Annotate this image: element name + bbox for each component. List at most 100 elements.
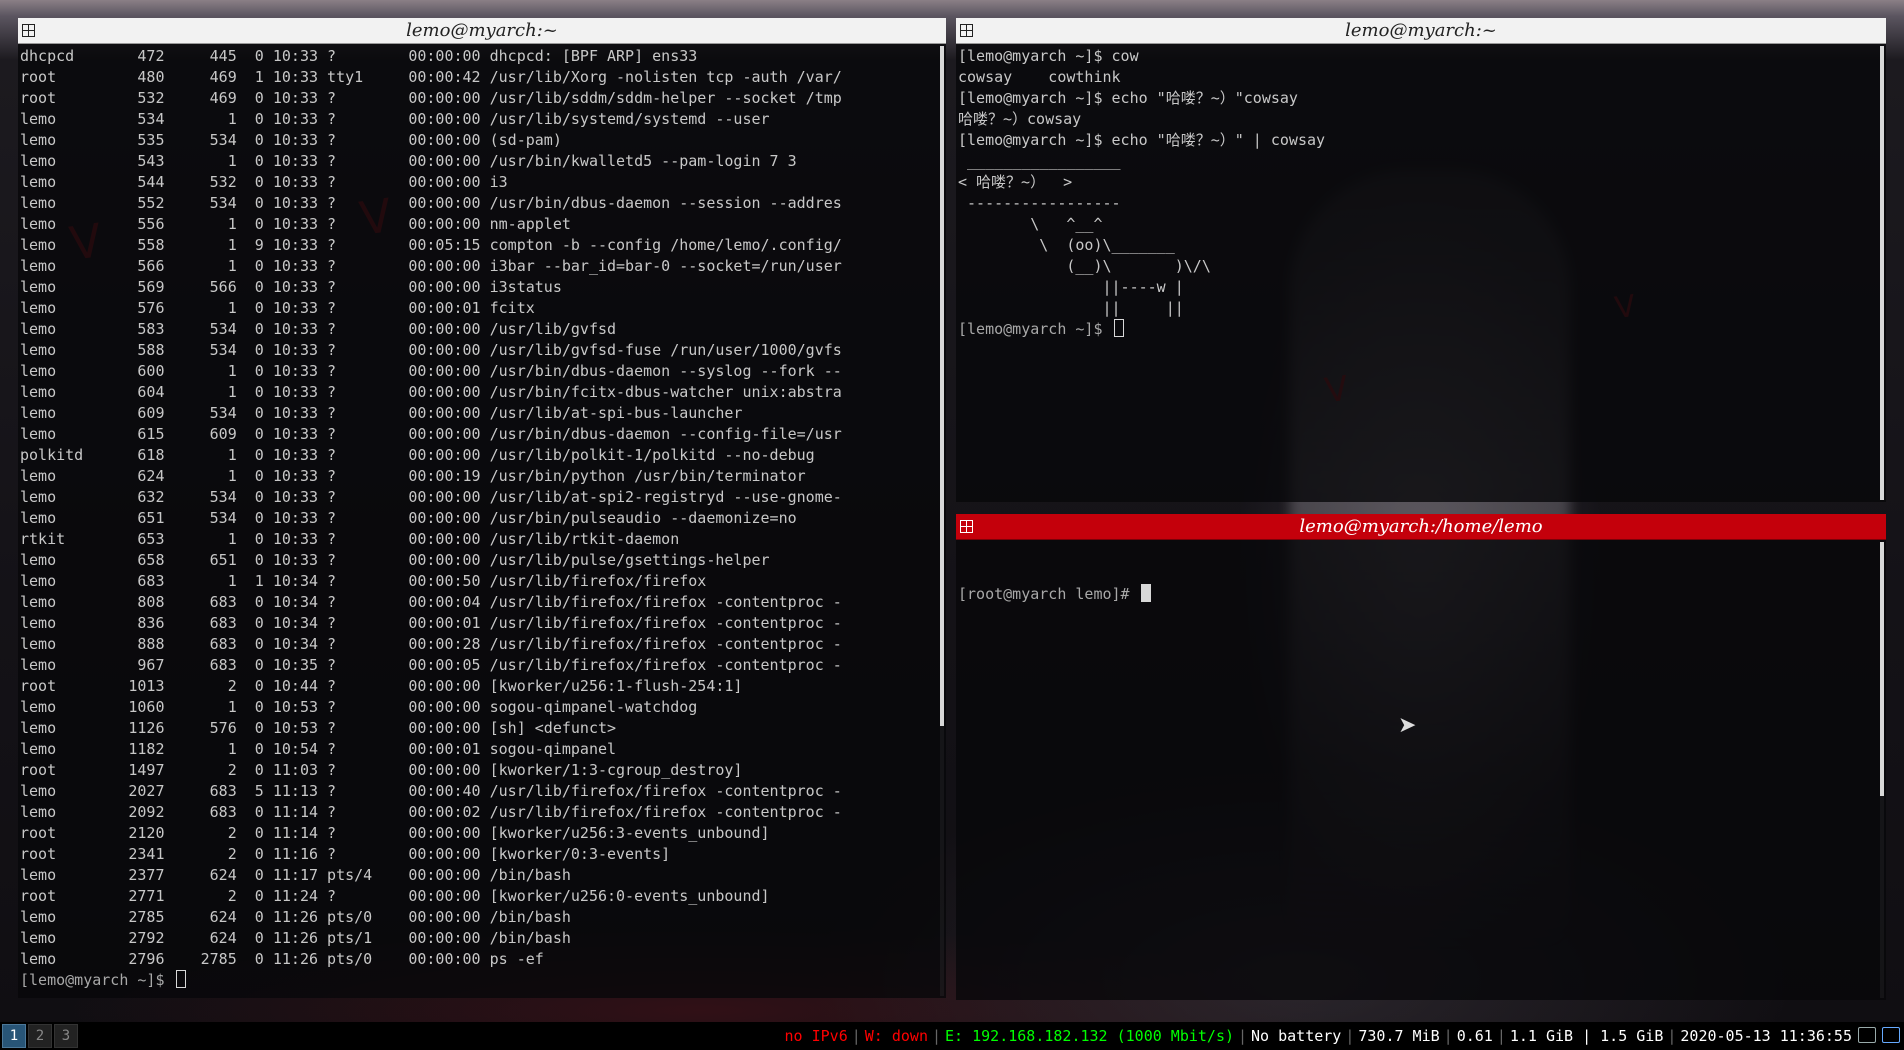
process-row: root 2120 2 0 11:14 ? 00:00:00 [kworker/… xyxy=(20,824,770,842)
workspace-button-3[interactable]: 3 xyxy=(54,1024,78,1048)
process-row: root 2771 2 0 11:24 ? 00:00:00 [kworker/… xyxy=(20,887,770,905)
left-terminal-output[interactable]: dhcpcd 472 445 0 10:33 ? 00:00:00 dhcpcd… xyxy=(20,46,936,996)
datetime-status: 2020-05-13 11:36:55 xyxy=(1680,1027,1852,1045)
process-row: lemo 2796 2785 0 11:26 pts/0 00:00:00 ps… xyxy=(20,950,544,968)
terminal-cursor xyxy=(1140,584,1151,602)
process-row: lemo 967 683 0 10:35 ? 00:00:05 /usr/lib… xyxy=(20,656,842,674)
status-separator: | xyxy=(1496,1027,1506,1045)
system-tray xyxy=(1858,1027,1900,1043)
process-row: lemo 544 532 0 10:33 ? 00:00:00 i3 xyxy=(20,173,508,191)
terminal-cursor xyxy=(175,970,186,988)
process-row: lemo 604 1 0 10:33 ? 00:00:00 /usr/bin/f… xyxy=(20,383,842,401)
terminal-output-line: \ ^__^ xyxy=(958,215,1103,233)
process-row: lemo 558 1 9 10:33 ? 00:05:15 compton -b… xyxy=(20,236,842,254)
process-row: root 1497 2 0 11:03 ? 00:00:00 [kworker/… xyxy=(20,761,743,779)
process-row: lemo 2785 624 0 11:26 pts/0 00:00:00 /bi… xyxy=(20,908,571,926)
top-right-window-title: lemo@myarch:~ xyxy=(1345,20,1497,41)
terminal-output-line: [lemo@myarch ~]$ echo "哈喽？~）" | cowsay xyxy=(958,131,1326,149)
shell-prompt: [root@myarch lemo]# xyxy=(958,585,1139,603)
disk-status: 730.7 MiB xyxy=(1358,1027,1440,1045)
process-row: lemo 534 1 0 10:33 ? 00:00:00 /usr/lib/s… xyxy=(20,110,770,128)
process-row: root 480 469 1 10:33 tty1 00:00:42 /usr/… xyxy=(20,68,842,86)
process-row: polkitd 618 1 0 10:33 ? 00:00:00 /usr/li… xyxy=(20,446,815,464)
left-window-titlebar[interactable]: lemo@myarch:~ xyxy=(18,18,946,44)
bottom-right-terminal-scroll-thumb[interactable] xyxy=(1880,542,1884,796)
window-layout-icon xyxy=(960,24,973,37)
process-row: lemo 552 534 0 10:33 ? 00:00:00 /usr/bin… xyxy=(20,194,842,212)
process-row: lemo 556 1 0 10:33 ? 00:00:00 nm-applet xyxy=(20,215,571,233)
terminal-output-line: ----------------- xyxy=(958,194,1121,212)
process-row: lemo 600 1 0 10:33 ? 00:00:00 /usr/bin/d… xyxy=(20,362,842,380)
process-row: lemo 535 534 0 10:33 ? 00:00:00 (sd-pam) xyxy=(20,131,562,149)
bottom-right-terminal-scrollbar[interactable] xyxy=(1880,542,1884,998)
process-row: root 532 469 0 10:33 ? 00:00:00 /usr/lib… xyxy=(20,89,842,107)
terminal-output-line: [lemo@myarch ~]$ echo "哈喽？~）"cowsay xyxy=(958,89,1298,107)
terminal-prompt-line: [root@myarch lemo]# xyxy=(958,584,1876,605)
battery-status: No battery xyxy=(1251,1027,1342,1045)
left-terminal-scrollbar[interactable] xyxy=(940,46,944,996)
status-separator: | xyxy=(1667,1027,1677,1045)
terminal-prompt-line: [lemo@myarch ~]$ xyxy=(20,970,936,991)
process-row: lemo 651 534 0 10:33 ? 00:00:00 /usr/bin… xyxy=(20,509,797,527)
memory-status: 1.1 GiB | 1.5 GiB xyxy=(1509,1027,1664,1045)
process-row: lemo 2792 624 0 11:26 pts/1 00:00:00 /bi… xyxy=(20,929,571,947)
top-right-terminal-output[interactable]: [lemo@myarch ~]$ cow cowsay cowthink [lemo… xyxy=(958,46,1876,500)
wireless-status: W: down xyxy=(864,1027,928,1045)
keyboard-icon[interactable] xyxy=(1858,1027,1876,1043)
process-row: lemo 632 534 0 10:33 ? 00:00:00 /usr/lib… xyxy=(20,488,842,506)
top-right-terminal-scroll-thumb[interactable] xyxy=(1880,46,1884,500)
process-row: lemo 1182 1 0 10:54 ? 00:00:01 sogou-qim… xyxy=(20,740,617,758)
process-row: lemo 615 609 0 10:33 ? 00:00:00 /usr/bin… xyxy=(20,425,842,443)
window-layout-icon xyxy=(960,520,973,533)
terminal-cursor xyxy=(1113,319,1124,337)
terminal-output-line: _________________ xyxy=(958,152,1121,170)
process-row: lemo 583 534 0 10:33 ? 00:00:00 /usr/lib… xyxy=(20,320,617,338)
top-right-window-titlebar[interactable]: lemo@myarch:~ xyxy=(956,18,1886,44)
process-row: lemo 1060 1 0 10:53 ? 00:00:00 sogou-qim… xyxy=(20,698,698,716)
window-layout-icon xyxy=(22,24,35,37)
process-row: lemo 1126 576 0 10:53 ? 00:00:00 [sh] <d… xyxy=(20,719,617,737)
shell-prompt: [lemo@myarch ~]$ xyxy=(20,971,174,989)
process-row: lemo 2092 683 0 11:14 ? 00:00:02 /usr/li… xyxy=(20,803,842,821)
process-row: lemo 588 534 0 10:33 ? 00:00:00 /usr/lib… xyxy=(20,341,842,359)
process-row: lemo 569 566 0 10:33 ? 00:00:00 i3status xyxy=(20,278,562,296)
top-right-terminal-scrollbar[interactable] xyxy=(1880,46,1884,500)
process-row: lemo 2377 624 0 11:17 pts/4 00:00:00 /bi… xyxy=(20,866,571,884)
status-separator: | xyxy=(1345,1027,1355,1045)
left-window-title: lemo@myarch:~ xyxy=(406,20,558,41)
status-separator: | xyxy=(1443,1027,1453,1045)
network-icon[interactable] xyxy=(1882,1027,1900,1043)
process-row: lemo 576 1 0 10:33 ? 00:00:01 fcitx xyxy=(20,299,535,317)
status-separator: | xyxy=(851,1027,861,1045)
bottom-right-window-titlebar[interactable]: lemo@myarch:/home/lemo xyxy=(956,514,1886,540)
process-row: rtkit 653 1 0 10:33 ? 00:00:00 /usr/lib/… xyxy=(20,530,680,548)
process-row: root 1013 2 0 10:44 ? 00:00:00 [kworker/… xyxy=(20,677,743,695)
process-row: lemo 624 1 0 10:33 ? 00:00:19 /usr/bin/p… xyxy=(20,467,806,485)
process-row: root 2341 2 0 11:16 ? 00:00:00 [kworker/… xyxy=(20,845,671,863)
terminal-output-line: (__)\ )\/\ xyxy=(958,257,1211,275)
process-row: lemo 543 1 0 10:33 ? 00:00:00 /usr/bin/k… xyxy=(20,152,797,170)
process-row: lemo 888 683 0 10:34 ? 00:00:28 /usr/lib… xyxy=(20,635,842,653)
process-row: lemo 609 534 0 10:33 ? 00:00:00 /usr/lib… xyxy=(20,404,743,422)
status-blocks: no IPv6 | W: down | E: 192.168.182.132 (… xyxy=(781,1022,1856,1050)
terminal-prompt-line: [lemo@myarch ~]$ xyxy=(958,319,1876,340)
terminal-output-line: 哈喽？~）cowsay xyxy=(958,110,1082,128)
ethernet-status: E: 192.168.182.132 (1000 Mbit/s) xyxy=(945,1027,1234,1045)
process-row: dhcpcd 472 445 0 10:33 ? 00:00:00 dhcpcd… xyxy=(20,47,698,65)
bottom-right-terminal-window[interactable]: lemo@myarch:/home/lemo [root@myarch lemo… xyxy=(956,514,1886,1000)
left-terminal-window[interactable]: lemo@myarch:~ dhcpcd 472 445 0 10:33 ? 0… xyxy=(18,18,946,998)
process-row: lemo 566 1 0 10:33 ? 00:00:00 i3bar --ba… xyxy=(20,257,842,275)
terminal-output-line: [lemo@myarch ~]$ cow xyxy=(958,47,1139,65)
workspace-button-1[interactable]: 1 xyxy=(2,1024,26,1048)
bottom-right-terminal-output[interactable]: [root@myarch lemo]# xyxy=(958,542,1876,998)
load-status: 0.61 xyxy=(1456,1027,1493,1045)
top-right-terminal-window[interactable]: lemo@myarch:~ [lemo@myarch ~]$ cow cowsay… xyxy=(956,18,1886,502)
workspace-button-2[interactable]: 2 xyxy=(28,1024,52,1048)
terminal-output-line: || || xyxy=(958,299,1184,317)
mouse-pointer-icon: ➤ xyxy=(1398,713,1417,738)
process-row: lemo 808 683 0 10:34 ? 00:00:04 /usr/lib… xyxy=(20,593,842,611)
left-terminal-scroll-thumb[interactable] xyxy=(940,46,944,726)
process-row: lemo 683 1 1 10:34 ? 00:00:50 /usr/lib/f… xyxy=(20,572,707,590)
terminal-output-line: \ (oo)\_______ xyxy=(958,236,1175,254)
status-separator: | xyxy=(1238,1027,1248,1045)
